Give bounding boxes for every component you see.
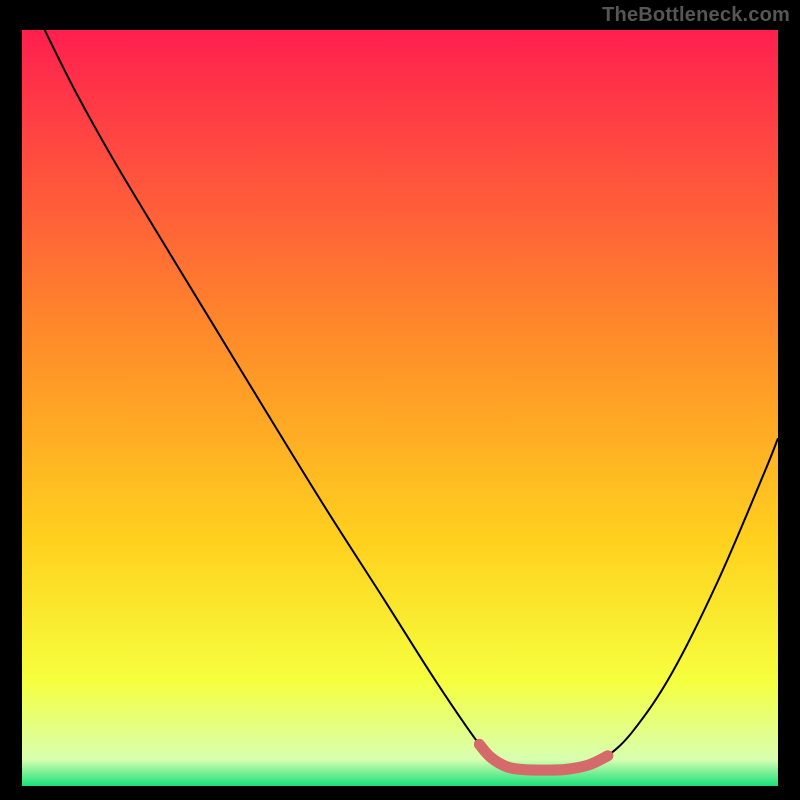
attribution-text: TheBottleneck.com — [602, 4, 790, 27]
gradient-background — [22, 30, 778, 786]
bottleneck-chart — [22, 30, 778, 786]
